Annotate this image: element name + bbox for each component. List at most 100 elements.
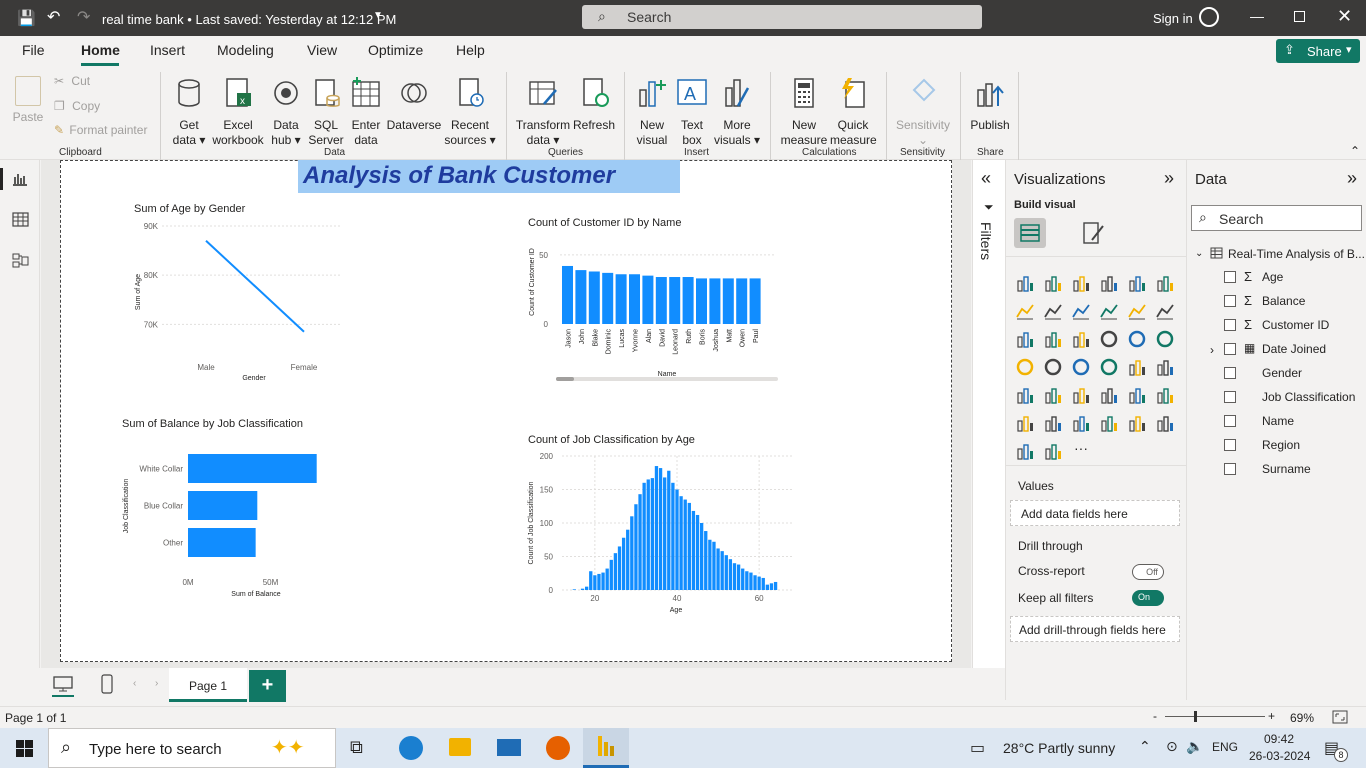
histogram-job-by-age[interactable]: 200 150 100 50 0 20 40 60 Age Count of Job Classi… bbox=[524, 450, 796, 616]
excel-workbook-button[interactable]: x Excel workbook bbox=[210, 76, 266, 148]
power-automate-icon[interactable] bbox=[1043, 441, 1063, 461]
tray-overflow-icon[interactable]: ⌃ bbox=[1139, 738, 1151, 755]
stacked-bar-icon[interactable] bbox=[1015, 273, 1035, 293]
keep-all-filters-toggle[interactable]: On bbox=[1132, 590, 1164, 606]
clock-time[interactable]: 09:42 bbox=[1264, 732, 1294, 746]
collapse-data-pane-icon[interactable]: » bbox=[1347, 168, 1357, 189]
previous-page-icon[interactable]: ‹ bbox=[133, 678, 136, 689]
data-search-input[interactable]: ⌕ Search bbox=[1191, 205, 1362, 231]
add-page-button[interactable]: + bbox=[249, 670, 286, 702]
pie-chart-icon[interactable] bbox=[1099, 329, 1119, 349]
text-box-button[interactable]: A Text box bbox=[674, 76, 710, 148]
copy-button[interactable]: ❐ Copy bbox=[54, 99, 100, 114]
table-expand-icon[interactable]: ⌄ bbox=[1195, 248, 1203, 259]
field-checkbox[interactable] bbox=[1224, 463, 1236, 475]
title-dropdown-icon[interactable]: ▼ bbox=[373, 10, 383, 21]
search-input[interactable]: ⌕ Search bbox=[582, 5, 982, 29]
share-button[interactable]: ⇪ Share ▾ bbox=[1276, 39, 1360, 63]
zoom-level[interactable]: 69% bbox=[1290, 711, 1314, 725]
zoom-in-button[interactable]: + bbox=[1268, 709, 1275, 723]
next-page-icon[interactable]: › bbox=[155, 678, 158, 689]
menu-optimize[interactable]: Optimize bbox=[368, 42, 423, 58]
values-drop-zone[interactable]: Add data fields here bbox=[1010, 500, 1180, 526]
line-chart-age-by-gender[interactable]: 90K 80K 70K Male Female Gender Sum of Age bbox=[120, 218, 360, 388]
sql-server-button[interactable]: SQL Server bbox=[306, 76, 346, 148]
card-icon[interactable] bbox=[1127, 357, 1147, 377]
python-visual-icon[interactable] bbox=[1155, 385, 1175, 405]
gauge-icon[interactable] bbox=[1099, 357, 1119, 377]
quick-measure-button[interactable]: Quick measure bbox=[830, 76, 877, 148]
windows-start-icon[interactable] bbox=[16, 740, 33, 757]
field-checkbox[interactable] bbox=[1224, 271, 1236, 283]
taskbar-search-box[interactable]: ⌕ Type here to search ✦✦ bbox=[48, 728, 336, 768]
menu-view[interactable]: View bbox=[307, 42, 337, 58]
area-chart-icon[interactable] bbox=[1043, 301, 1063, 321]
zoom-out-button[interactable]: - bbox=[1153, 709, 1157, 723]
drill-through-drop-zone[interactable]: Add drill-through fields here bbox=[1010, 616, 1180, 642]
field-name[interactable]: Age bbox=[1262, 270, 1283, 284]
field-checkbox[interactable] bbox=[1224, 343, 1236, 355]
format-painter-button[interactable]: ✎ Format painter bbox=[54, 123, 147, 138]
zoom-slider-thumb[interactable] bbox=[1194, 711, 1197, 722]
close-icon[interactable]: ✕ bbox=[1337, 6, 1352, 27]
collapse-ribbon-icon[interactable]: ⌃ bbox=[1350, 144, 1360, 158]
field-name[interactable]: Region bbox=[1262, 438, 1300, 452]
mail-icon[interactable] bbox=[497, 739, 521, 756]
scatter-icon[interactable] bbox=[1071, 329, 1091, 349]
paste-button[interactable]: Paste bbox=[10, 76, 46, 125]
filters-pane[interactable]: « ⏷ Filters bbox=[972, 160, 1005, 668]
field-checkbox[interactable] bbox=[1224, 415, 1236, 427]
network-icon[interactable]: ⊙ bbox=[1166, 738, 1178, 755]
stacked-area-icon[interactable] bbox=[1071, 301, 1091, 321]
more-visual-types-icon[interactable]: ··· bbox=[1074, 440, 1088, 456]
cut-button[interactable]: ✂ Cut bbox=[54, 74, 90, 89]
narrative-icon[interactable] bbox=[1099, 413, 1119, 433]
waterfall-icon[interactable] bbox=[1015, 329, 1035, 349]
more-visuals-button[interactable]: More visuals ▾ bbox=[712, 76, 762, 148]
menu-file[interactable]: File bbox=[22, 42, 45, 58]
field-name[interactable]: Gender bbox=[1262, 366, 1302, 380]
field-checkbox[interactable] bbox=[1224, 319, 1236, 331]
cross-report-toggle[interactable]: Off bbox=[1132, 564, 1164, 580]
field-name[interactable]: Name bbox=[1262, 414, 1294, 428]
file-explorer-icon[interactable] bbox=[449, 738, 471, 756]
zoom-slider[interactable] bbox=[1165, 716, 1265, 717]
paginated-report-icon[interactable] bbox=[1155, 413, 1175, 433]
goals-icon[interactable] bbox=[1127, 413, 1147, 433]
redo-icon[interactable]: ↷ bbox=[77, 7, 90, 27]
weather-text[interactable]: 28°C Partly sunny bbox=[1003, 740, 1115, 756]
100-bar-icon[interactable] bbox=[1127, 273, 1147, 293]
field-name[interactable]: Surname bbox=[1262, 462, 1311, 476]
date-joined-expand-icon[interactable]: › bbox=[1210, 343, 1214, 357]
clustered-column-icon[interactable] bbox=[1099, 273, 1119, 293]
undo-icon[interactable]: ↶ bbox=[47, 7, 60, 27]
slicer-icon[interactable] bbox=[1043, 385, 1063, 405]
menu-modeling[interactable]: Modeling bbox=[217, 42, 274, 58]
recent-sources-button[interactable]: Recent sources ▾ bbox=[442, 76, 498, 148]
task-view-icon[interactable]: ⧉ bbox=[350, 737, 363, 758]
clock-date[interactable]: 26-03-2024 bbox=[1249, 749, 1310, 763]
field-name[interactable]: Job Classification bbox=[1262, 390, 1355, 404]
kpi-icon[interactable] bbox=[1015, 385, 1035, 405]
edge-icon[interactable] bbox=[399, 736, 423, 760]
azure-map-icon[interactable] bbox=[1071, 357, 1091, 377]
bar-chart-customer-by-name[interactable]: 50 0 Jason John Blake Dominic Lucas Yvonne Alan D… bbox=[524, 240, 794, 382]
line-chart-icon[interactable] bbox=[1015, 301, 1035, 321]
firefox-icon[interactable] bbox=[546, 736, 570, 760]
field-checkbox[interactable] bbox=[1224, 391, 1236, 403]
clustered-bar-icon[interactable] bbox=[1071, 273, 1091, 293]
field-checkbox[interactable] bbox=[1224, 367, 1236, 379]
field-name[interactable]: Customer ID bbox=[1262, 318, 1329, 332]
ribbon-chart-icon[interactable] bbox=[1155, 301, 1175, 321]
filled-map-icon[interactable] bbox=[1043, 357, 1063, 377]
decomposition-tree-icon[interactable] bbox=[1043, 413, 1063, 433]
menu-home[interactable]: Home bbox=[81, 42, 120, 58]
stacked-column-icon[interactable] bbox=[1043, 273, 1063, 293]
menu-insert[interactable]: Insert bbox=[150, 42, 185, 58]
field-name[interactable]: Balance bbox=[1262, 294, 1305, 308]
field-checkbox[interactable] bbox=[1224, 439, 1236, 451]
key-influencers-icon[interactable] bbox=[1015, 413, 1035, 433]
line-column-icon[interactable] bbox=[1099, 301, 1119, 321]
mobile-layout-icon[interactable] bbox=[101, 674, 113, 694]
field-name[interactable]: Date Joined bbox=[1262, 342, 1326, 356]
